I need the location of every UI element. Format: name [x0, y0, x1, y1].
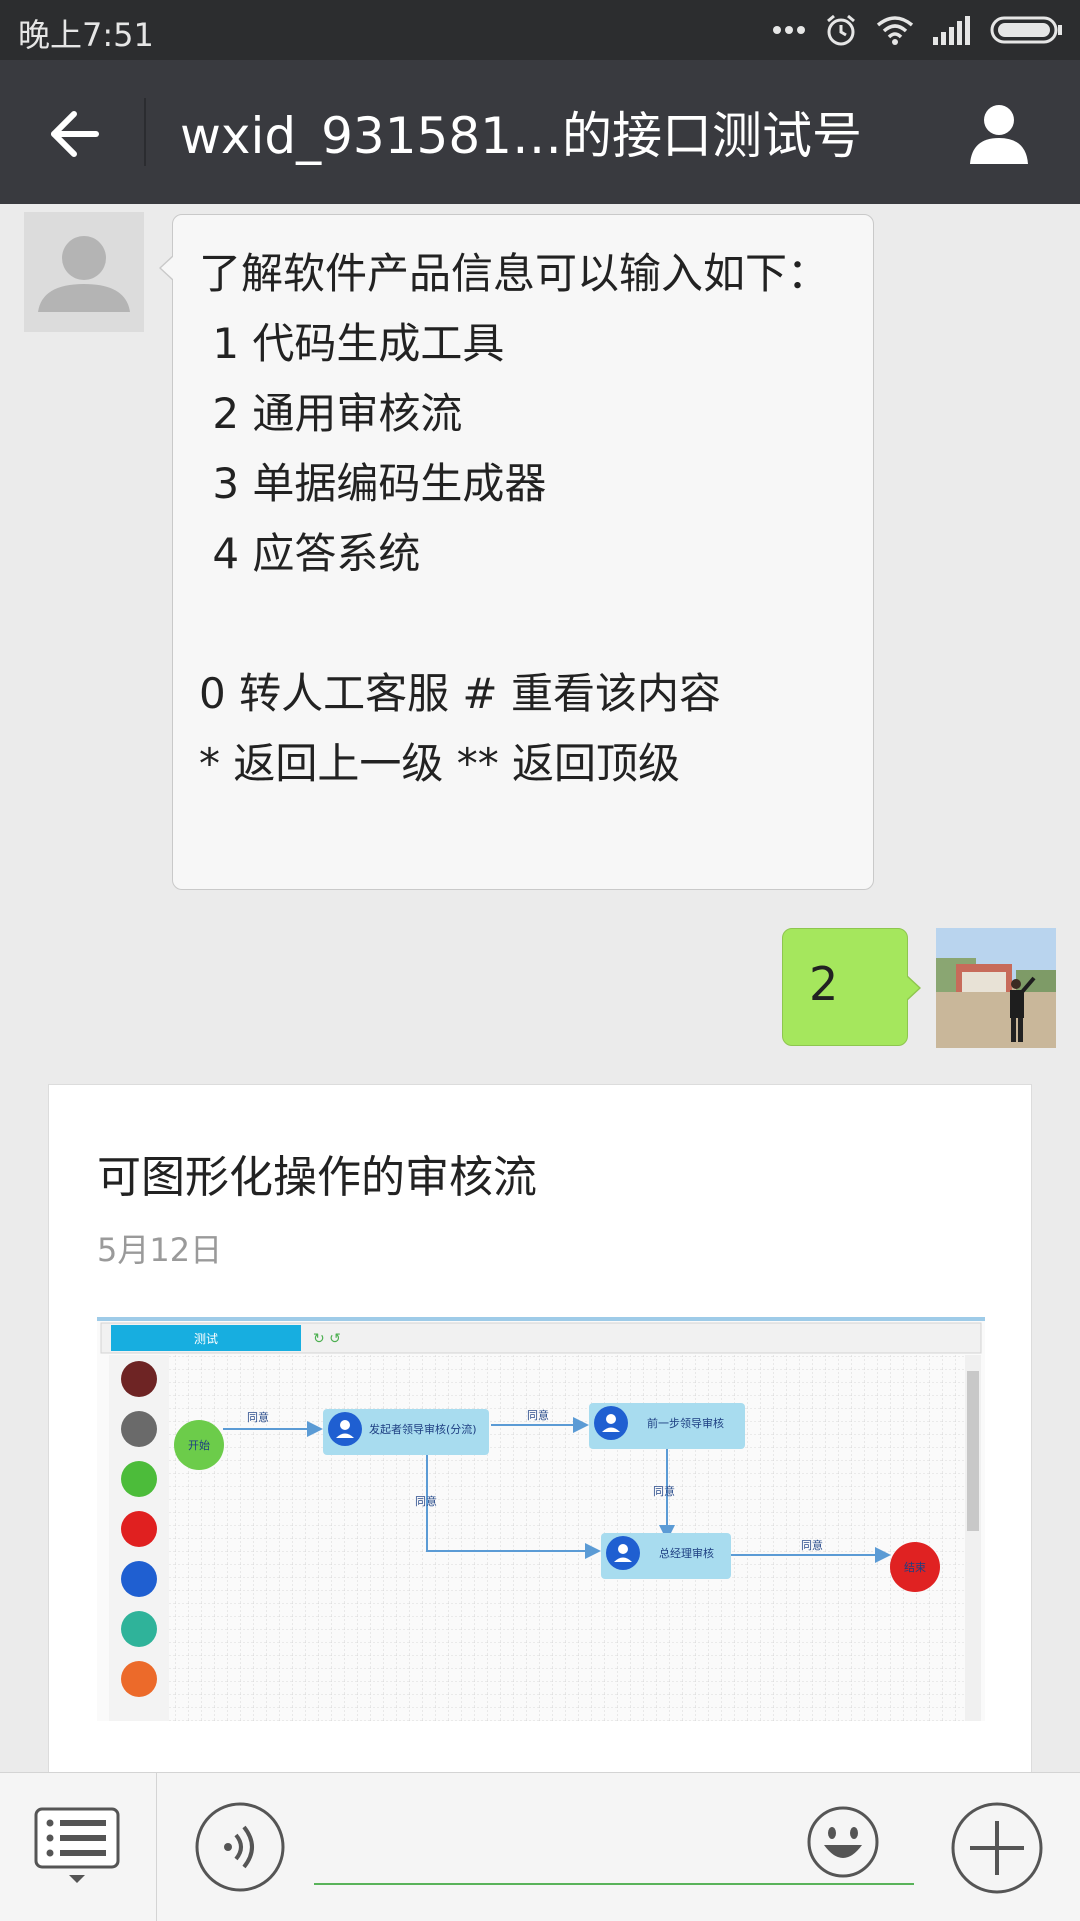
battery-icon	[990, 16, 1062, 44]
input-divider	[156, 1773, 157, 1921]
node-prev-review: 前一步领导审核	[647, 1416, 724, 1430]
sender-avatar[interactable]	[24, 212, 144, 332]
message-bubble-received[interactable]: 了解软件产品信息可以输入如下： 1 代码生成工具 2 通用审核流 3 单据编码生…	[159, 214, 874, 890]
more-dots-icon	[773, 26, 805, 34]
status-time: 晚上7:51	[18, 16, 154, 54]
workflow-diagram: 测试 ↻ ↺ 同意 同意 同意 同意 同意 开始 发起者领导审核(分流) 前一步…	[97, 1317, 985, 1721]
voice-icon[interactable]	[194, 1801, 286, 1893]
title-separator	[144, 98, 146, 166]
article-cover-image: 测试 ↻ ↺ 同意 同意 同意 同意 同意 开始 发起者领导审核(分流) 前一步…	[97, 1317, 985, 1721]
menu-list-icon[interactable]	[34, 1807, 120, 1887]
message-text: 了解软件产品信息可以输入如下： 1 代码生成工具 2 通用审核流 3 单据编码生…	[199, 249, 830, 788]
plus-icon[interactable]	[950, 1801, 1044, 1895]
diagram-tab-label: 测试	[194, 1331, 218, 1346]
chat-title: wxid_931581…的接口测试号	[180, 107, 862, 165]
status-bar: 晚上7:51	[0, 0, 1080, 60]
user-avatar[interactable]	[936, 928, 1056, 1048]
title-bar: wxid_931581…的接口测试号	[0, 60, 1080, 204]
article-date: 5月12日	[97, 1231, 223, 1269]
article-card[interactable]: 可图形化操作的审核流 5月12日 测试 ↻ ↺ 同意 同意 同意 同意 同意 开…	[48, 1084, 1032, 1784]
node-start: 开始	[188, 1438, 210, 1452]
svg-text:↻ ↺: ↻ ↺	[313, 1331, 341, 1347]
emoji-icon[interactable]	[806, 1805, 880, 1879]
wifi-icon	[876, 16, 914, 45]
back-arrow-icon[interactable]	[40, 102, 104, 166]
message-input[interactable]	[314, 1883, 914, 1885]
profile-icon[interactable]	[966, 100, 1032, 166]
input-bar	[0, 1772, 1080, 1921]
node-end: 结束	[904, 1561, 926, 1574]
alarm-icon	[827, 14, 855, 46]
message-bubble-sent[interactable]: 2	[782, 928, 921, 1046]
node-initiator-review: 发起者领导审核(分流)	[369, 1422, 477, 1436]
edge-label: 同意	[415, 1494, 437, 1508]
edge-label: 同意	[801, 1538, 823, 1552]
message-text: 2	[809, 957, 839, 1011]
edge-label: 同意	[527, 1408, 549, 1422]
edge-label: 同意	[653, 1484, 675, 1498]
article-title: 可图形化操作的审核流	[97, 1152, 537, 1203]
user-photo	[936, 928, 1056, 1048]
default-avatar-icon	[24, 212, 144, 332]
node-gm-review: 总经理审核	[659, 1546, 714, 1560]
signal-icon	[933, 16, 970, 45]
edge-label: 同意	[247, 1410, 269, 1424]
status-icons	[772, 10, 1064, 50]
